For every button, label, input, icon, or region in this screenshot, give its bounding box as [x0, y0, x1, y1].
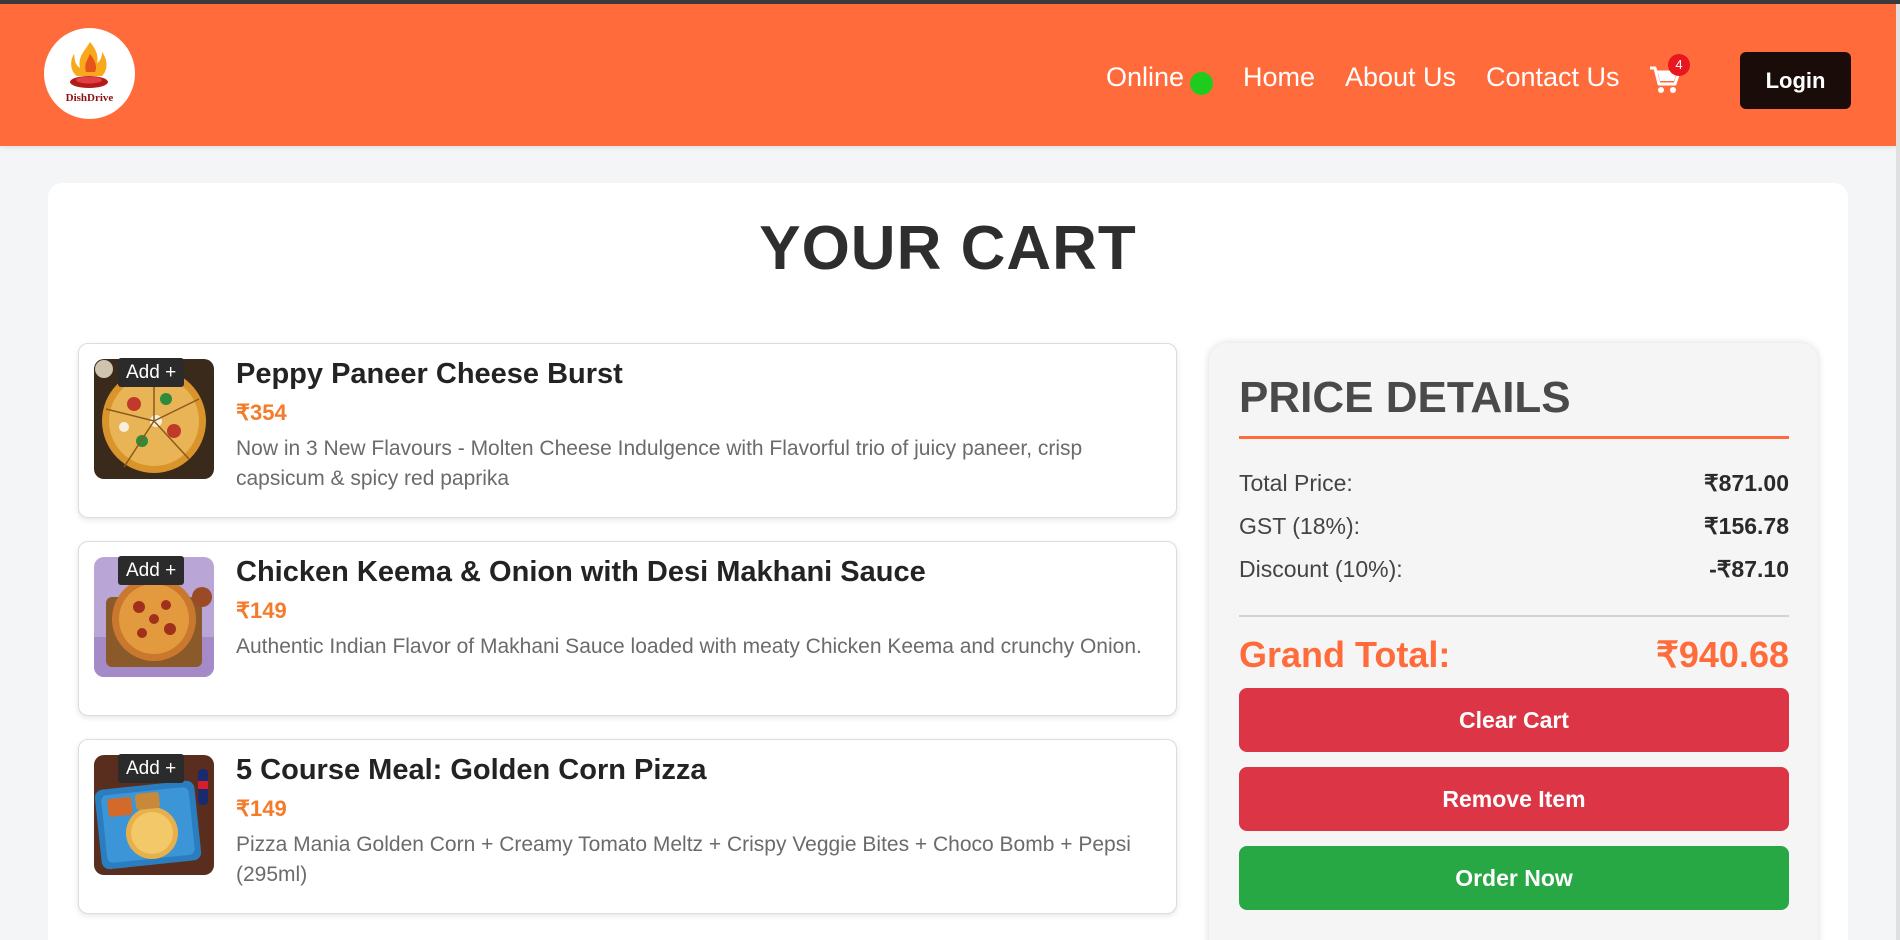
login-button[interactable]: Login — [1740, 52, 1851, 109]
clear-cart-button[interactable]: Clear Cart — [1239, 688, 1789, 752]
online-status-dot — [1190, 72, 1213, 95]
nav-links: Online Home About Us Contact Us 4 Login — [0, 52, 1896, 109]
navbar: DishDrive Online Home About Us Contact U… — [0, 4, 1896, 146]
item-description: Authentic Indian Flavor of Makhani Sauce… — [236, 635, 1142, 658]
item-description: Pizza Mania Golden Corn + Creamy Tomato … — [236, 833, 1131, 886]
cart-item: Add + 5 Course Meal: Golden Corn Pizza ₹… — [78, 739, 1177, 914]
item-price: ₹149 — [236, 796, 287, 821]
item-name: Peppy Paneer Cheese Burst — [236, 358, 623, 390]
discount-label: Discount (10%): — [1239, 556, 1403, 582]
nav-home-link[interactable]: Home — [1243, 62, 1315, 93]
nav-contact-link[interactable]: Contact Us — [1486, 62, 1620, 93]
item-description: Now in 3 New Flavours - Molten Cheese In… — [236, 437, 1083, 490]
gst-label: GST (18%): — [1239, 513, 1360, 539]
order-now-button[interactable]: Order Now — [1239, 846, 1789, 910]
item-price: ₹354 — [236, 400, 287, 425]
cart-container: YOUR CART Add + Peppy Paneer Cheese Burs… — [48, 183, 1848, 940]
remove-item-button[interactable]: Remove Item — [1239, 767, 1789, 831]
page-scrollbar[interactable] — [1896, 4, 1900, 940]
gst-value: ₹156.78 — [1704, 513, 1789, 539]
grand-total-label: Grand Total: — [1239, 634, 1451, 675]
online-status-label: Online — [1106, 62, 1185, 92]
page-title: YOUR CART — [759, 214, 1137, 283]
discount-value: -₹87.10 — [1709, 556, 1789, 582]
add-item-button[interactable]: Add + — [118, 358, 185, 387]
cart-item: Add + Peppy Paneer Cheese Burst ₹354 Now… — [78, 343, 1177, 518]
price-details-panel: PRICE DETAILS Total Price: ₹871.00 GST (… — [1209, 343, 1818, 940]
add-item-button[interactable]: Add + — [118, 556, 185, 585]
cart-item: Add + Chicken Keema & Onion with Desi Ma… — [78, 541, 1177, 716]
total-price-label: Total Price: — [1239, 470, 1353, 496]
grand-total-value: ₹940.68 — [1655, 634, 1789, 675]
nav-about-link[interactable]: About Us — [1345, 62, 1456, 93]
cart-count-badge: 4 — [1668, 54, 1690, 76]
total-price-value: ₹871.00 — [1704, 470, 1789, 496]
add-item-button[interactable]: Add + — [118, 754, 185, 783]
price-details-title: PRICE DETAILS — [1239, 373, 1571, 422]
item-name: 5 Course Meal: Golden Corn Pizza — [236, 754, 707, 786]
item-price: ₹149 — [236, 598, 287, 623]
item-name: Chicken Keema & Onion with Desi Makhani … — [236, 556, 926, 588]
title-divider — [1239, 436, 1789, 439]
summary-divider — [1239, 615, 1789, 617]
